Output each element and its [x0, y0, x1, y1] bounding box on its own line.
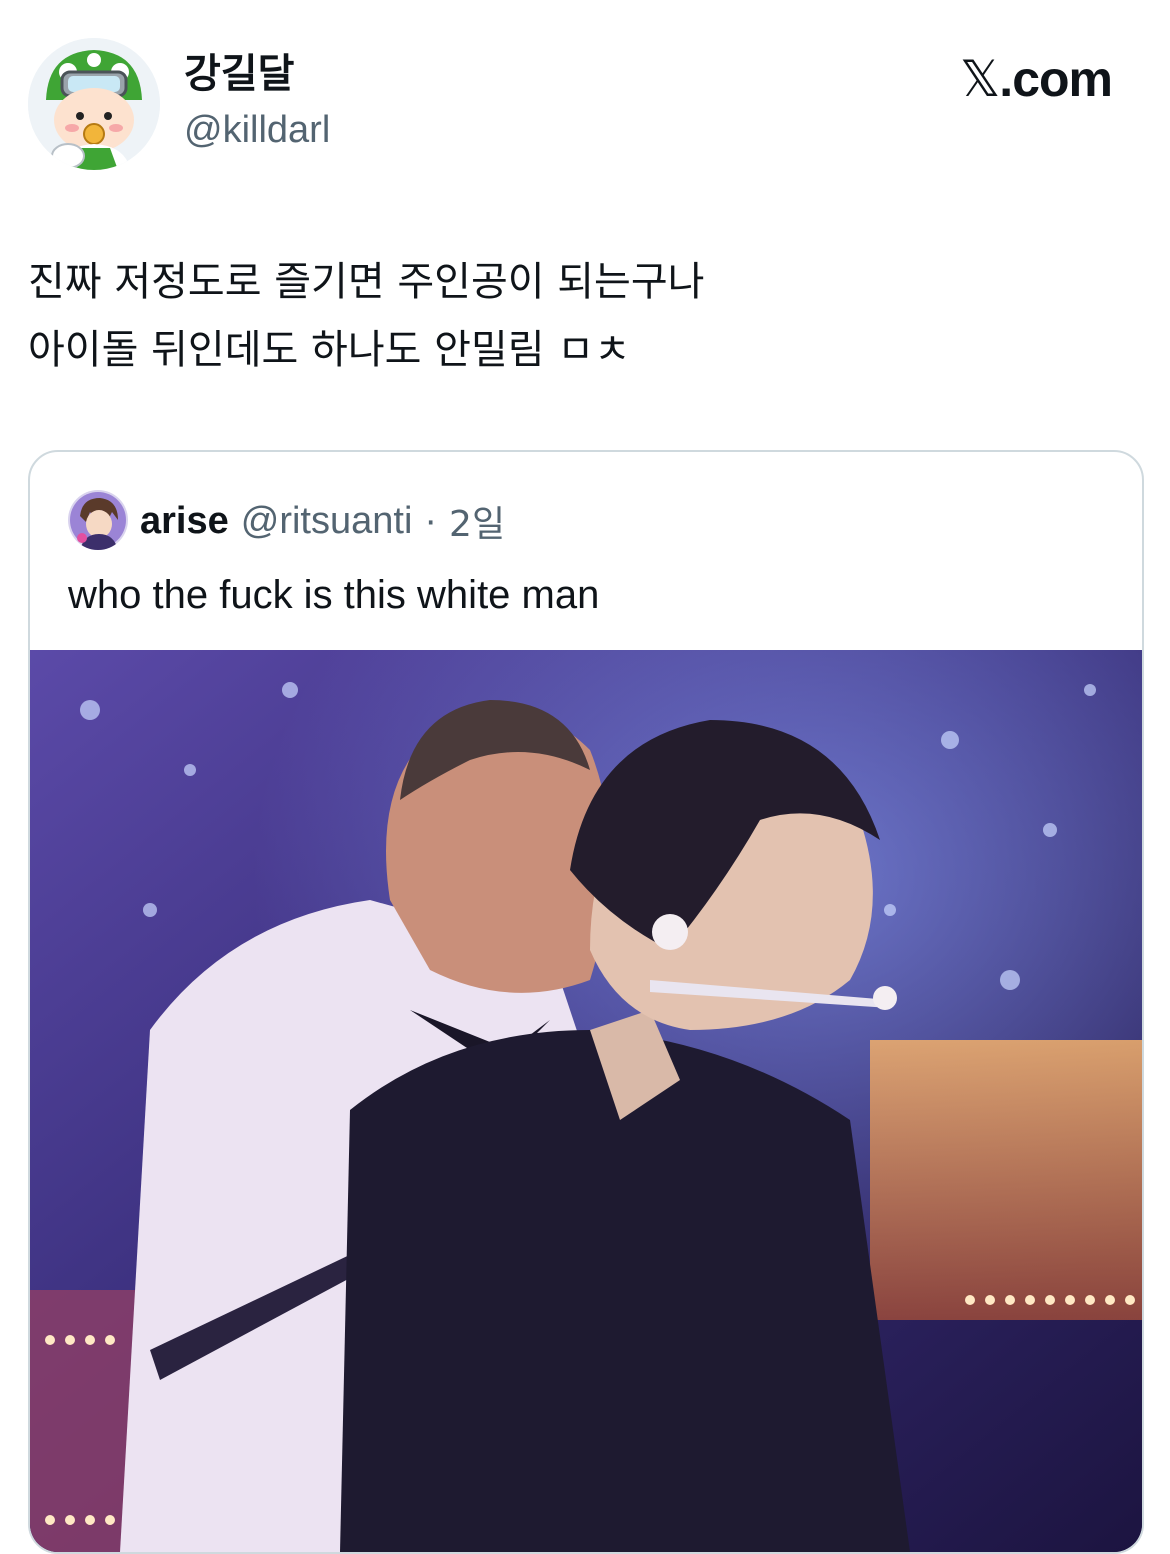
brand-suffix: .com	[999, 51, 1113, 107]
tweet-body: 진짜 저정도로 즐기면 주인공이 되는구나 아이돌 뒤인데도 하나도 안밀림 ㅁ…	[28, 248, 1128, 384]
author-handle[interactable]: @killdarl	[184, 106, 330, 154]
author-avatar[interactable]	[28, 38, 160, 170]
tweet-line: 아이돌 뒤인데도 하나도 안밀림 ㅁㅊ	[28, 327, 631, 373]
quoted-author-name[interactable]: arise	[140, 500, 229, 543]
meta-separator: ·	[424, 499, 438, 542]
cartoon-character-avatar-icon	[28, 38, 160, 170]
quoted-tweet-card[interactable]: arise @ritsuanti · 2일 who the fuck is th…	[28, 450, 1144, 1554]
quoted-tweet-text: who the fuck is this white man	[68, 573, 600, 617]
quoted-tweet-media[interactable]	[30, 650, 1142, 1552]
tweet-line: 진짜 저정도로 즐기면 주인공이 되는구나	[28, 259, 705, 305]
author-display-name[interactable]: 강길달	[184, 48, 294, 100]
quoted-author-avatar[interactable]	[68, 490, 128, 550]
quoted-tweet-time[interactable]: 2일	[449, 495, 505, 547]
quoted-author-handle[interactable]: @ritsuanti	[241, 500, 413, 543]
tweet-header: 강길달 @killdarl 𝕏.com	[0, 0, 1170, 200]
x-logo-icon: 𝕏	[960, 50, 1000, 108]
site-brand: 𝕏.com	[960, 50, 1113, 108]
anime-character-avatar-icon	[68, 490, 128, 550]
concert-stage-video-still-icon	[30, 650, 1142, 1552]
quoted-tweet-meta: arise @ritsuanti · 2일	[140, 494, 505, 548]
